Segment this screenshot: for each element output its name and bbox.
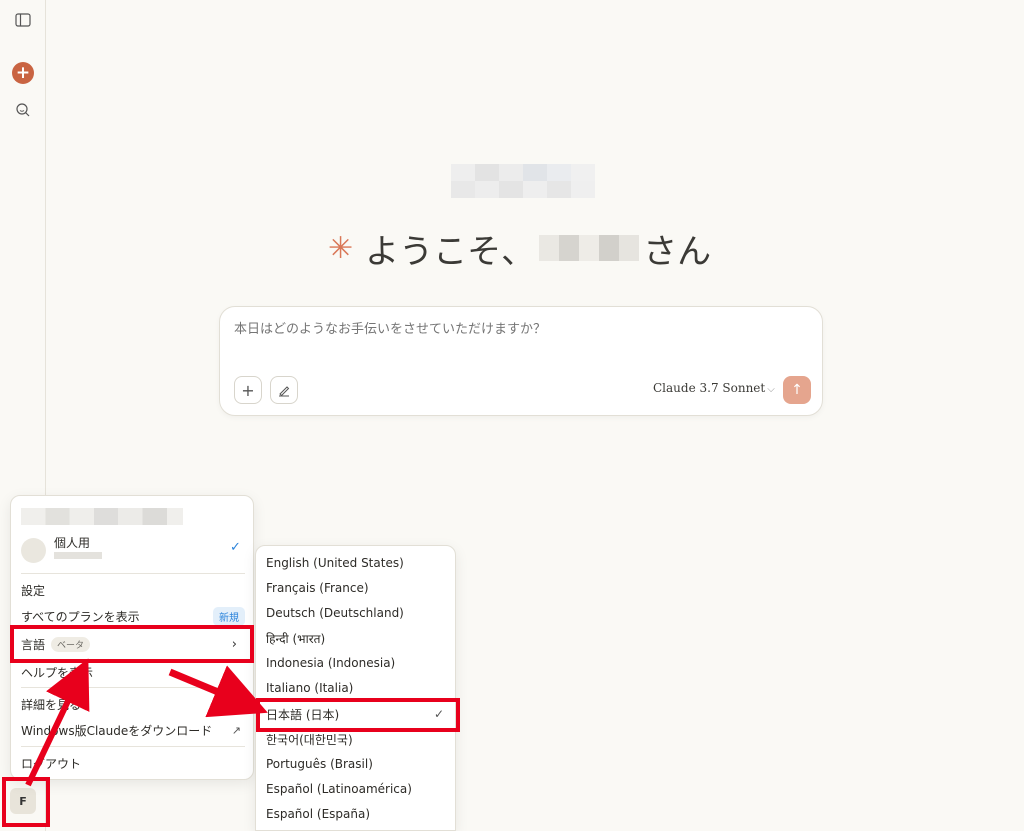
language-option-label: English (United States)	[266, 556, 404, 570]
redacted-email	[21, 508, 183, 525]
welcome-suffix: さん	[643, 231, 712, 272]
external-link-icon: ↗	[231, 723, 241, 737]
menu-item-settings[interactable]: 設定	[21, 578, 245, 602]
menu-item-help[interactable]: ヘルプを表示	[21, 660, 245, 684]
language-option[interactable]: Português (Brasil)	[266, 753, 450, 775]
language-option[interactable]: Italiano (Italia)	[266, 677, 450, 699]
arrow-up-icon: ↑	[791, 382, 803, 398]
language-option-label: Português (Brasil)	[266, 757, 373, 771]
org-name[interactable]: 個人用	[54, 534, 90, 551]
org-avatar	[21, 538, 46, 563]
language-option-selected[interactable]: 日本語 (日本) ✓	[266, 703, 450, 725]
chevron-down-icon: ⌵	[767, 384, 775, 395]
menu-item-download[interactable]: Windows版Claudeをダウンロード ↗	[21, 718, 245, 742]
language-option[interactable]: हिन्दी (भारत)	[266, 627, 450, 649]
account-menu: 個人用 ✓ 設定 すべてのプランを表示 新規 言語 ベータ › ヘルプを表示 詳…	[10, 495, 254, 780]
search-icon[interactable]	[11, 98, 35, 122]
attach-plus-icon[interactable]: +	[234, 376, 262, 404]
redacted-name-block	[451, 164, 595, 198]
language-option-label: हिन्दी (भारत)	[266, 631, 326, 646]
view-plans-label: すべてのプランを表示	[21, 609, 140, 624]
user-avatar-button[interactable]: F	[10, 788, 36, 814]
claude-logo-icon: ✳	[328, 230, 354, 266]
new-badge: 新規	[213, 607, 245, 626]
language-option-label: Français (France)	[266, 581, 369, 595]
settings-label: 設定	[21, 583, 46, 598]
language-option-label: Español (Latinoamérica)	[266, 782, 412, 796]
language-option-label: Deutsch (Deutschland)	[266, 606, 404, 620]
language-option[interactable]: Français (France)	[266, 577, 450, 599]
language-option[interactable]: Deutsch (Deutschland)	[266, 602, 450, 624]
language-option[interactable]: English (United States)	[266, 552, 450, 574]
learn-more-label: 詳細を見る	[21, 697, 82, 712]
divider	[21, 687, 245, 688]
menu-item-language[interactable]: 言語 ベータ ›	[21, 632, 245, 656]
logout-label: ログアウト	[21, 756, 82, 771]
check-icon: ✓	[433, 707, 444, 721]
divider	[21, 746, 245, 747]
language-option[interactable]: 한국어(대한민국)	[266, 728, 450, 750]
chevron-right-icon: ›	[231, 636, 237, 652]
sidebar-toggle-icon[interactable]	[11, 8, 35, 32]
download-label: Windows版Claudeをダウンロード	[21, 723, 213, 738]
new-chat-button[interactable]: +	[12, 62, 34, 84]
welcome-heading: ✳ ようこそ、 さん	[328, 222, 711, 274]
language-option[interactable]: Indonesia (Indonesia)	[266, 652, 450, 674]
style-pen-icon[interactable]	[270, 376, 298, 404]
menu-item-learn-more[interactable]: 詳細を見る	[21, 692, 245, 716]
language-option-label: Italiano (Italia)	[266, 681, 354, 695]
message-composer: + Claude 3.7 Sonnet⌵ ↑	[219, 306, 823, 416]
language-option-label: Español (España)	[266, 807, 371, 821]
send-button[interactable]: ↑	[783, 376, 811, 404]
language-label: 言語	[21, 637, 46, 652]
language-option[interactable]: Español (Latinoamérica)	[266, 778, 450, 800]
redacted-org-sub	[54, 552, 102, 559]
model-name: Claude 3.7 Sonnet	[653, 381, 766, 395]
check-icon: ✓	[230, 540, 241, 555]
redacted-user-name	[539, 235, 640, 261]
language-option-label: Indonesia (Indonesia)	[266, 656, 396, 670]
welcome-prefix: ようこそ、	[365, 231, 536, 272]
language-submenu: English (United States) Français (France…	[255, 545, 456, 831]
model-selector[interactable]: Claude 3.7 Sonnet ⌵	[653, 381, 775, 395]
language-option[interactable]: Español (España)	[266, 803, 450, 825]
beta-badge: ベータ	[51, 636, 91, 652]
menu-item-view-plans[interactable]: すべてのプランを表示 新規	[21, 604, 245, 628]
message-input[interactable]	[234, 321, 804, 336]
language-option-label: 한국어(대한민국)	[266, 732, 353, 747]
language-option-label: 日本語 (日本)	[266, 707, 340, 722]
help-label: ヘルプを表示	[21, 665, 94, 680]
menu-item-logout[interactable]: ログアウト	[21, 751, 245, 775]
divider	[21, 573, 245, 574]
